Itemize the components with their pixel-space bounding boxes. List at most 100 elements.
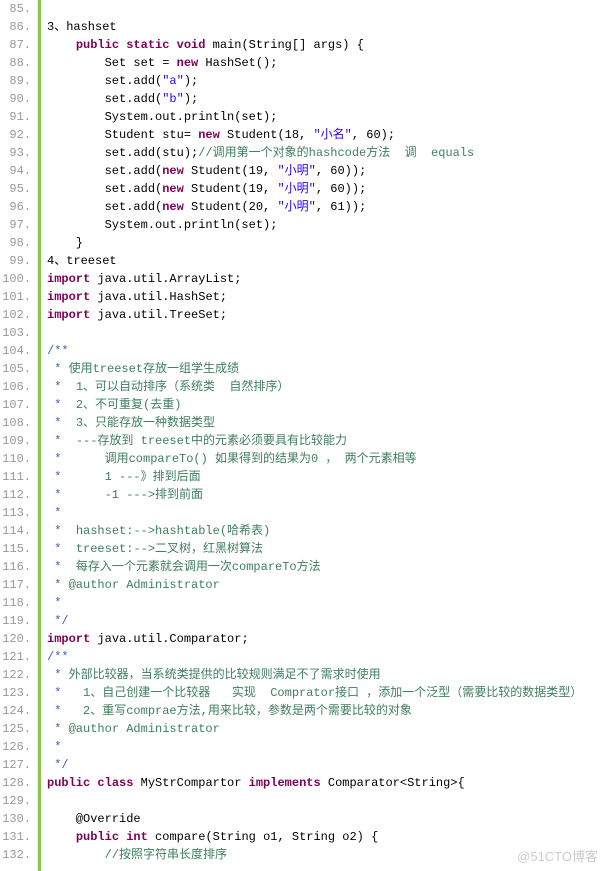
code-line[interactable]: * 使用treeset存放一组学生成绩 bbox=[47, 360, 608, 378]
line-number: 102. bbox=[0, 306, 31, 324]
token-plain: set.add( bbox=[47, 74, 162, 88]
token-doc: * bbox=[47, 416, 76, 430]
line-number: 129. bbox=[0, 792, 31, 810]
line-number: 90. bbox=[0, 90, 31, 108]
token-kw: new bbox=[162, 182, 184, 196]
token-doc: */ bbox=[47, 614, 69, 628]
token-kw: public bbox=[76, 830, 119, 844]
code-line[interactable]: */ bbox=[47, 612, 608, 630]
token-plain: java.util.Comparator; bbox=[90, 632, 248, 646]
code-line[interactable]: * @author Administrator bbox=[47, 576, 608, 594]
token-kw: new bbox=[177, 56, 199, 70]
code-editor: 85.86.87.88.89.90.91.92.93.94.95.96.97.9… bbox=[0, 0, 608, 871]
code-line[interactable]: set.add(new Student(19, "小明", 60)); bbox=[47, 162, 608, 180]
code-line[interactable]: set.add("b"); bbox=[47, 90, 608, 108]
code-line[interactable]: * 外部比较器，当系统类提供的比较规则满足不了需求时使用 bbox=[47, 666, 608, 684]
token-com: //调用第一个对象的hashcode方法 调 equals bbox=[198, 146, 474, 160]
line-number: 98. bbox=[0, 234, 31, 252]
token-kw: int bbox=[126, 830, 148, 844]
code-line[interactable]: * 1、可以自动排序（系统类 自然排序） bbox=[47, 378, 608, 396]
code-line[interactable]: * 1、自己创建一个比较器 实现 Comprator接口 ，添加一个泛型（需要比… bbox=[47, 684, 608, 702]
token-plain: main(String[] args) { bbox=[205, 38, 363, 52]
token-plain: MyStrCompartor bbox=[133, 776, 248, 790]
code-line[interactable]: public static void main(String[] args) { bbox=[47, 36, 608, 54]
code-line[interactable]: * 1 ---》排到后面 bbox=[47, 468, 608, 486]
token-kw: void bbox=[177, 38, 206, 52]
token-doc: * bbox=[47, 434, 76, 448]
code-line[interactable]: public class MyStrCompartor implements C… bbox=[47, 774, 608, 792]
token-chcom: treeset:-->二叉树，红黑树算法 bbox=[76, 542, 263, 556]
code-line[interactable]: 4、treeset bbox=[47, 252, 608, 270]
token-plain: java.util.TreeSet; bbox=[90, 308, 227, 322]
line-number: 131. bbox=[0, 828, 31, 846]
code-line[interactable]: * ---存放到 treeset中的元素必须要具有比较能力 bbox=[47, 432, 608, 450]
line-number: 122. bbox=[0, 666, 31, 684]
code-line[interactable] bbox=[47, 324, 608, 342]
code-line[interactable]: * @author Administrator bbox=[47, 720, 608, 738]
code-line[interactable] bbox=[47, 0, 608, 18]
code-line[interactable]: import java.util.HashSet; bbox=[47, 288, 608, 306]
code-line[interactable]: 3、hashset bbox=[47, 18, 608, 36]
code-line[interactable]: * bbox=[47, 594, 608, 612]
token-plain: 4、treeset bbox=[47, 254, 117, 268]
token-plain: Comparator<String>{ bbox=[321, 776, 465, 790]
code-line[interactable]: System.out.println(set); bbox=[47, 108, 608, 126]
token-doc: */ bbox=[47, 758, 69, 772]
code-line[interactable]: public int compare(String o1, String o2)… bbox=[47, 828, 608, 846]
code-line[interactable]: * 每存入一个元素就会调用一次compareTo方法 bbox=[47, 558, 608, 576]
token-chcom: 1、自己创建一个比较器 实现 Comprator接口 ，添加一个泛型（需要比较的… bbox=[83, 686, 582, 700]
token-plain bbox=[47, 38, 76, 52]
code-line[interactable]: * bbox=[47, 738, 608, 756]
code-line[interactable]: } bbox=[47, 234, 608, 252]
code-area[interactable]: 3、hashset public static void main(String… bbox=[38, 0, 608, 871]
code-line[interactable]: import java.util.TreeSet; bbox=[47, 306, 608, 324]
line-number: 115. bbox=[0, 540, 31, 558]
code-line[interactable]: set.add("a"); bbox=[47, 72, 608, 90]
code-line[interactable]: */ bbox=[47, 756, 608, 774]
token-chcom: @author Administrator bbox=[69, 722, 220, 736]
token-doc: * bbox=[47, 362, 69, 376]
code-line[interactable]: * 调用compareTo() 如果得到的结果为0 ， 两个元素相等 bbox=[47, 450, 608, 468]
code-line[interactable]: set.add(new Student(20, "小明", 61)); bbox=[47, 198, 608, 216]
token-chcom: 使用treeset存放一组学生成绩 bbox=[69, 362, 239, 376]
token-kw: new bbox=[162, 164, 184, 178]
code-line[interactable]: * bbox=[47, 504, 608, 522]
code-line[interactable]: Student stu= new Student(18, "小名", 60); bbox=[47, 126, 608, 144]
token-kw: import bbox=[47, 272, 90, 286]
token-plain: ); bbox=[184, 92, 198, 106]
code-line[interactable]: /** bbox=[47, 648, 608, 666]
token-kw: class bbox=[97, 776, 133, 790]
code-line[interactable]: * hashset:-->hashtable(哈希表) bbox=[47, 522, 608, 540]
token-plain: @Override bbox=[47, 812, 141, 826]
code-line[interactable]: * 2、重写comprae方法,用来比较，参数是两个需要比较的对象 bbox=[47, 702, 608, 720]
token-plain: set.add( bbox=[47, 200, 162, 214]
code-line[interactable]: System.out.println(set); bbox=[47, 216, 608, 234]
line-number: 97. bbox=[0, 216, 31, 234]
token-kw: import bbox=[47, 308, 90, 322]
code-line[interactable]: * 2、不可重复(去重) bbox=[47, 396, 608, 414]
line-number: 108. bbox=[0, 414, 31, 432]
code-line[interactable]: import java.util.ArrayList; bbox=[47, 270, 608, 288]
line-number: 114. bbox=[0, 522, 31, 540]
token-doc: * bbox=[47, 740, 61, 754]
line-number: 120. bbox=[0, 630, 31, 648]
token-doc: /** bbox=[47, 650, 69, 664]
line-number: 101. bbox=[0, 288, 31, 306]
line-number: 93. bbox=[0, 144, 31, 162]
code-line[interactable]: * -1 --->排到前面 bbox=[47, 486, 608, 504]
code-line[interactable]: Set set = new HashSet(); bbox=[47, 54, 608, 72]
token-chcom: ---存放到 treeset中的元素必须要具有比较能力 bbox=[76, 434, 347, 448]
code-line[interactable]: * treeset:-->二叉树，红黑树算法 bbox=[47, 540, 608, 558]
line-number: 96. bbox=[0, 198, 31, 216]
token-str: "小名" bbox=[313, 128, 351, 142]
code-line[interactable]: @Override bbox=[47, 810, 608, 828]
code-line[interactable]: import java.util.Comparator; bbox=[47, 630, 608, 648]
code-line[interactable]: set.add(stu);//调用第一个对象的hashcode方法 调 equa… bbox=[47, 144, 608, 162]
watermark: @51CTO博客 bbox=[517, 846, 598, 865]
code-line[interactable]: * 3、只能存放一种数据类型 bbox=[47, 414, 608, 432]
code-line[interactable]: /** bbox=[47, 342, 608, 360]
line-number: 128. bbox=[0, 774, 31, 792]
token-plain: set.add( bbox=[47, 164, 162, 178]
code-line[interactable] bbox=[47, 792, 608, 810]
code-line[interactable]: set.add(new Student(19, "小明", 60)); bbox=[47, 180, 608, 198]
